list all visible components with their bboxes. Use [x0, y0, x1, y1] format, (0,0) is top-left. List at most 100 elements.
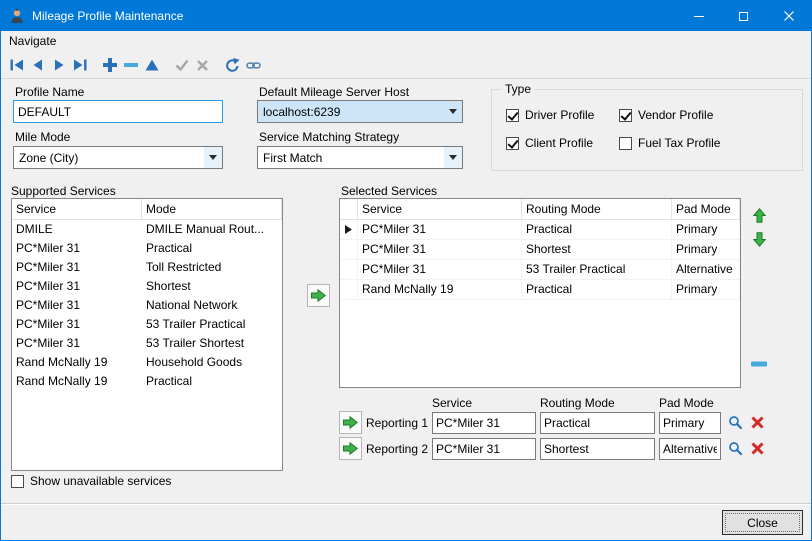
supported-services-header: Service Mode [12, 199, 282, 220]
maximize-button[interactable] [721, 1, 766, 31]
cell-mode: Practical [142, 372, 282, 391]
profile-name-label: Profile Name [15, 85, 84, 99]
selected-services-grid[interactable]: Service Routing Mode Pad Mode PC*Miler 3… [339, 198, 741, 388]
column-header-pad-mode: Pad Mode [672, 199, 740, 219]
row-selector-cell [340, 240, 358, 259]
close-button[interactable]: Close [722, 510, 803, 535]
selected-service-row[interactable]: PC*Miler 31ShortestPrimary [340, 240, 740, 260]
checkbox-fuel-tax-profile[interactable]: Fuel Tax Profile [619, 136, 720, 150]
cell-service: PC*Miler 31 [12, 315, 142, 334]
cell-routing-mode: Shortest [522, 240, 672, 259]
cell-service: Rand McNally 19 [12, 353, 142, 372]
selected-service-row[interactable]: PC*Miler 31PracticalPrimary [340, 220, 740, 240]
server-host-combo[interactable]: localhost:6239 [257, 100, 463, 123]
checkbox-box [619, 109, 632, 122]
cancel-x-icon [196, 59, 209, 72]
titlebar[interactable]: Mileage Profile Maintenance [1, 1, 811, 31]
cell-routing-mode: Practical [522, 220, 672, 239]
supported-service-row[interactable]: Rand McNally 19Practical [12, 372, 282, 391]
menu-navigate[interactable]: Navigate [1, 31, 64, 52]
supported-service-row[interactable]: Rand McNally 19Household Goods [12, 353, 282, 372]
last-record-icon [73, 59, 87, 71]
add-to-selected-button[interactable] [307, 284, 330, 307]
cell-mode: Household Goods [142, 353, 282, 372]
checkbox-box [506, 137, 519, 150]
reporting-2-lookup-button[interactable] [725, 439, 745, 459]
mile-mode-combo[interactable]: Zone (City) [13, 146, 223, 169]
reporting-1-clear-button[interactable] [747, 413, 767, 433]
reporting-1-routing-mode-input[interactable] [540, 412, 655, 434]
close-window-button[interactable] [766, 1, 811, 31]
column-header-mode: Mode [142, 199, 282, 219]
cell-mode: Shortest [142, 277, 282, 296]
selected-services-rows: PC*Miler 31PracticalPrimaryPC*Miler 31Sh… [340, 220, 740, 300]
copy-to-reporting-1-button[interactable] [339, 411, 362, 434]
refresh-button[interactable] [222, 55, 243, 76]
selected-service-row[interactable]: PC*Miler 3153 Trailer PracticalAlternati… [340, 260, 740, 280]
profile-name-input[interactable] [13, 100, 223, 123]
cell-pad-mode: Primary [672, 220, 740, 239]
reporting-2-pad-mode-input[interactable] [659, 438, 721, 460]
cell-routing-mode: Practical [522, 280, 672, 299]
cell-pad-mode: Primary [672, 280, 740, 299]
reporting-1-lookup-button[interactable] [725, 413, 745, 433]
cell-pad-mode: Primary [672, 240, 740, 259]
cell-pad-mode: Alternative [672, 260, 740, 279]
reporting-1-pad-mode-input[interactable] [659, 412, 721, 434]
matching-strategy-value: First Match [258, 151, 444, 165]
supported-services-label: Supported Services [11, 184, 116, 198]
supported-services-list[interactable]: Service Mode DMILEDMILE Manual Rout...PC… [11, 198, 283, 471]
link-button[interactable] [243, 55, 264, 76]
supported-service-row[interactable]: PC*Miler 31Shortest [12, 277, 282, 296]
supported-service-row[interactable]: PC*Miler 31Practical [12, 239, 282, 258]
previous-record-button[interactable] [27, 55, 48, 76]
previous-record-icon [32, 59, 44, 71]
reporting-column-headers: Service Routing Mode Pad Mode [432, 396, 721, 410]
checkbox-driver-profile[interactable]: Driver Profile [506, 108, 619, 122]
show-unavailable-checkbox[interactable]: Show unavailable services [11, 474, 171, 488]
reporting-1-label: Reporting 1 [366, 416, 428, 430]
last-record-button[interactable] [69, 55, 90, 76]
reporting-row: Reporting 2 [339, 437, 767, 460]
reporting-2-service-input[interactable] [432, 438, 536, 460]
supported-service-row[interactable]: DMILEDMILE Manual Rout... [12, 220, 282, 239]
reporting-2-clear-button[interactable] [747, 439, 767, 459]
app-icon [9, 8, 25, 24]
row-selector-cell [340, 260, 358, 279]
minimize-button[interactable] [676, 1, 721, 31]
checkbox-vendor-profile[interactable]: Vendor Profile [619, 108, 720, 122]
checkbox-label: Driver Profile [525, 108, 594, 122]
matching-strategy-combo[interactable]: First Match [257, 146, 463, 169]
first-record-button[interactable] [6, 55, 27, 76]
delete-record-icon [124, 58, 138, 72]
row-selector-header [340, 199, 358, 219]
remove-selected-button[interactable] [748, 353, 770, 375]
delete-record-button[interactable] [120, 55, 141, 76]
current-row-indicator [345, 225, 353, 234]
lookup-magnifier-icon [728, 441, 743, 456]
selected-service-row[interactable]: Rand McNally 19PracticalPrimary [340, 280, 740, 300]
next-record-button[interactable] [48, 55, 69, 76]
next-record-icon [53, 59, 65, 71]
supported-service-row[interactable]: PC*Miler 3153 Trailer Practical [12, 315, 282, 334]
supported-service-row[interactable]: PC*Miler 31National Network [12, 296, 282, 315]
column-header-service: Service [12, 199, 142, 219]
move-selected-down-button[interactable] [748, 228, 770, 250]
supported-service-row[interactable]: PC*Miler 31Toll Restricted [12, 258, 282, 277]
reporting-1-service-input[interactable] [432, 412, 536, 434]
reporting-2-routing-mode-input[interactable] [540, 438, 655, 460]
add-record-button[interactable] [99, 55, 120, 76]
cancel-changes-button[interactable] [192, 55, 213, 76]
move-up-button[interactable] [141, 55, 162, 76]
cell-mode: 53 Trailer Practical [142, 315, 282, 334]
copy-to-reporting-2-button[interactable] [339, 437, 362, 460]
move-selected-up-button[interactable] [748, 204, 770, 226]
checkbox-label: Fuel Tax Profile [638, 136, 720, 150]
supported-service-row[interactable]: PC*Miler 3153 Trailer Shortest [12, 334, 282, 353]
remove-minus-icon [751, 361, 767, 367]
accept-changes-button[interactable] [171, 55, 192, 76]
cell-service: PC*Miler 31 [12, 296, 142, 315]
server-host-value: localhost:6239 [258, 105, 444, 119]
checkbox-client-profile[interactable]: Client Profile [506, 136, 619, 150]
green-right-arrow-icon [343, 442, 358, 455]
